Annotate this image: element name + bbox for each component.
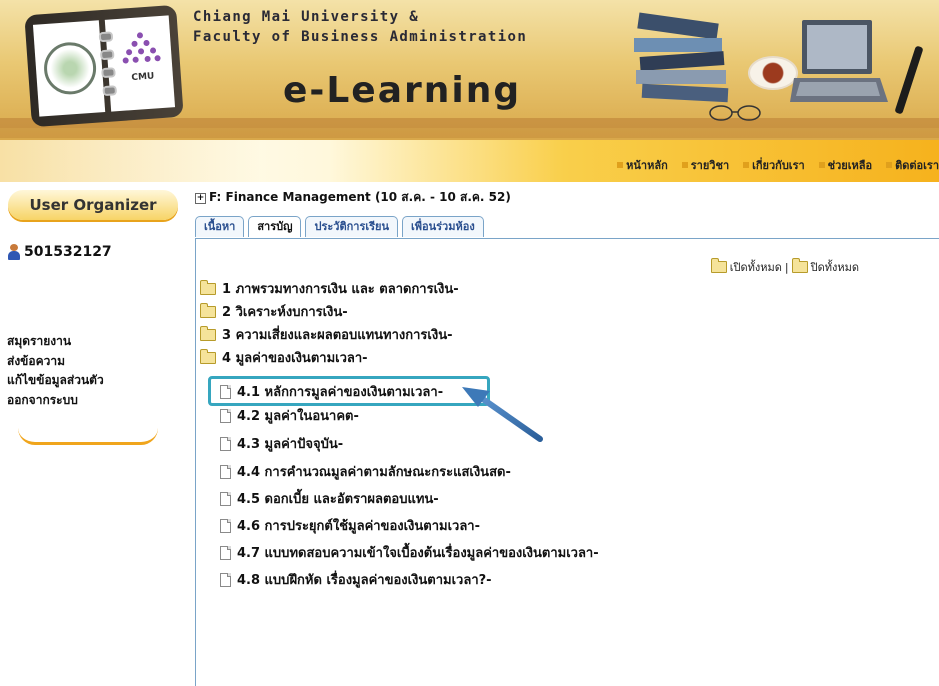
expand-toggle-icon[interactable]: +: [195, 193, 206, 204]
bullet-icon: [743, 162, 750, 168]
close-all-link[interactable]: ปิดทั้งหมด: [811, 258, 859, 276]
tree-item-label: 1 ภาพรวมทางการเงิน และ ตลาดการเงิน-: [222, 282, 459, 297]
tree-item[interactable]: 4.8 แบบฝึกหัด เรื่องมูลค่าของเงินตามเวลา…: [220, 569, 492, 590]
nav-strip-fade: [0, 140, 260, 182]
planner-ring: [102, 85, 118, 97]
tab-classmates[interactable]: เพื่อนร่วมห้อง: [401, 216, 484, 237]
tree-item-label: 4.4 การคำนวณมูลค่าตามลักษณะกระแสเงินสด-: [237, 465, 511, 480]
folder-icon: [791, 258, 808, 273]
nav-help[interactable]: ช่วยเหลือ: [818, 156, 873, 174]
document-icon: [220, 545, 231, 560]
pointer-arrow-icon: [462, 387, 543, 442]
tree-item-label: 4.8 แบบฝึกหัด เรื่องมูลค่าของเงินตามเวลา…: [237, 573, 492, 588]
top-nav: หน้าหลัก รายวิชา เกี่ยวกับเรา ช่วยเหลือ …: [617, 156, 939, 174]
document-icon: [220, 518, 231, 533]
tree-item[interactable]: 2 วิเคราะห์งบการเงิน-: [200, 301, 348, 322]
main-content: + F: Finance Management (10 ส.ค. - 10 ส.ค…: [185, 182, 939, 686]
user-organizer-header: User Organizer: [8, 190, 178, 220]
tree-item-label: 4.7 แบบทดสอบความเข้าใจเบื้องต้นเรื่องมูล…: [237, 546, 599, 561]
glasses-icon: [709, 105, 761, 121]
planner-illustration: CMU: [24, 4, 184, 128]
folder-icon: [200, 325, 216, 341]
sidebar: User Organizer 501532127 สมุดรายงาน ส่งข…: [0, 182, 185, 685]
tree-item[interactable]: 3 ความเสี่ยงและผลตอบแทนทางการเงิน-: [200, 324, 452, 345]
user-icon: [8, 244, 20, 260]
nav-courses-label: รายวิชา: [690, 159, 730, 172]
nav-contact-label: ติดต่อเรา: [895, 159, 939, 172]
tree-item[interactable]: 4.2 มูลค่าในอนาคต-: [220, 405, 359, 426]
planner-ring: [101, 67, 116, 79]
tree-item[interactable]: 4.6 การประยุกต์ใช้มูลค่าของเงินตามเวลา-: [220, 515, 480, 536]
open-all-link[interactable]: เปิดทั้งหมด: [730, 258, 782, 276]
cmu-logo-text: CMU: [131, 72, 155, 84]
user-id: 501532127: [24, 244, 112, 260]
bullet-icon: [617, 162, 624, 168]
document-icon: [220, 464, 231, 479]
course-title-row: + F: Finance Management (10 ส.ค. - 10 ส.ค…: [195, 188, 511, 207]
user-id-row: 501532127: [8, 244, 112, 260]
top-nav-strip: หน้าหลัก รายวิชา เกี่ยวกับเรา ช่วยเหลือ …: [0, 140, 939, 182]
folder-icon: [200, 279, 216, 295]
tree-item-label: 4.6 การประยุกต์ใช้มูลค่าของเงินตามเวลา-: [237, 519, 480, 534]
bullet-icon: [681, 162, 688, 168]
tree-item-label: 2 วิเคราะห์งบการเงิน-: [222, 305, 348, 320]
laptop-illustration: [790, 20, 888, 102]
bullet-icon: [818, 162, 825, 168]
document-icon: [220, 491, 231, 506]
menu-edit-profile[interactable]: แก้ไขข้อมูลส่วนตัว: [7, 371, 104, 391]
tree-item-label: 3 ความเสี่ยงและผลตอบแทนทางการเงิน-: [222, 328, 453, 343]
bullet-icon: [886, 162, 893, 168]
nav-help-label: ช่วยเหลือ: [827, 159, 873, 172]
folder-icon: [200, 302, 216, 318]
nav-contact[interactable]: ติดต่อเรา: [886, 156, 939, 174]
user-menu: สมุดรายงาน ส่งข้อความ แก้ไขข้อมูลส่วนตัว…: [7, 332, 104, 410]
separator: |: [784, 260, 789, 274]
course-tabs: เนื้อหา สารบัญ ประวัติการเรียน เพื่อนร่ว…: [195, 216, 484, 237]
tree-item[interactable]: 4.7 แบบทดสอบความเข้าใจเบื้องต้นเรื่องมูล…: [220, 542, 599, 563]
tab-content[interactable]: เนื้อหา: [195, 216, 245, 237]
banner-faculty-name: Faculty of Business Administration: [193, 29, 528, 45]
document-icon: [220, 408, 231, 423]
document-icon: [220, 436, 231, 451]
tree-item-label: 4.3 มูลค่าปัจจุบัน-: [237, 437, 344, 452]
tree-item[interactable]: 4.5 ดอกเบี้ย และอัตราผลตอบแทน-: [220, 488, 439, 509]
menu-logout[interactable]: ออกจากระบบ: [7, 391, 104, 411]
sidebar-decor-arc: [18, 428, 158, 445]
nav-about[interactable]: เกี่ยวกับเรา: [743, 156, 805, 174]
cmu-logo-icon: CMU: [122, 32, 161, 84]
tree-item-label: 4.5 ดอกเบี้ย และอัตราผลตอบแทน-: [237, 492, 439, 507]
tab-table-of-contents[interactable]: สารบัญ: [248, 216, 302, 237]
nav-home[interactable]: หน้าหลัก: [617, 156, 668, 174]
document-icon: [220, 572, 231, 587]
course-title: F: Finance Management (10 ส.ค. - 10 ส.ค.…: [209, 190, 511, 204]
books-illustration: [634, 12, 729, 103]
nav-courses[interactable]: รายวิชา: [681, 156, 730, 174]
folder-open-icon: [200, 348, 216, 364]
wood-stripe: [0, 128, 939, 138]
menu-send-message[interactable]: ส่งข้อความ: [7, 352, 104, 372]
pen-icon: [894, 45, 924, 115]
highlight-box: [208, 376, 490, 406]
menu-report-book[interactable]: สมุดรายงาน: [7, 332, 104, 352]
tree-item[interactable]: 4.4 การคำนวณมูลค่าตามลักษณะกระแสเงินสด-: [220, 461, 511, 482]
tab-learning-history[interactable]: ประวัติการเรียน: [305, 216, 398, 237]
open-folder-icon: [710, 258, 727, 273]
nav-about-label: เกี่ยวกับเรา: [752, 159, 805, 172]
site-title: e-Learning: [283, 70, 522, 111]
nav-home-label: หน้าหลัก: [626, 159, 668, 172]
tree-item[interactable]: 4.3 มูลค่าปัจจุบัน-: [220, 433, 343, 454]
expand-collapse-bar: เปิดทั้งหมด | ปิดทั้งหมด: [710, 258, 859, 276]
tree-item[interactable]: 4 มูลค่าของเงินตามเวลา-: [200, 347, 368, 368]
tree-item-label: 4.2 มูลค่าในอนาคต-: [237, 409, 359, 424]
banner-university-name: Chiang Mai University &: [193, 9, 420, 25]
planner-ring: [98, 31, 114, 43]
planner-ring: [99, 49, 115, 61]
header-banner: CMU Chiang Mai University & Faculty of B…: [0, 0, 939, 140]
tree-item-label: 4 มูลค่าของเงินตามเวลา-: [222, 351, 368, 366]
tree-item[interactable]: 1 ภาพรวมทางการเงิน และ ตลาดการเงิน-: [200, 278, 459, 299]
